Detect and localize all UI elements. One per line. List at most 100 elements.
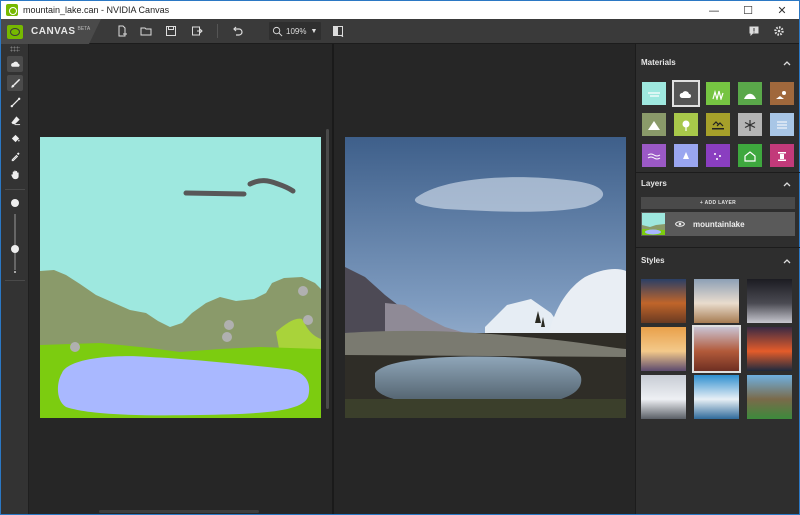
paint-brush-icon	[10, 78, 20, 88]
window-controls: — ☐ ✕	[697, 1, 799, 19]
hand-pan-icon	[10, 170, 19, 179]
style-alpine-lake[interactable]	[694, 375, 739, 419]
hill-icon	[744, 93, 756, 99]
brush-size-slider[interactable]	[14, 214, 16, 270]
zoom-dropdown-icon: ▼	[310, 27, 318, 35]
export-button[interactable]	[189, 23, 205, 39]
brush-size-large-icon	[11, 199, 19, 207]
tool-divider-bottom	[5, 280, 25, 281]
material-dirt[interactable]	[770, 82, 794, 105]
close-button[interactable]: ✕	[765, 1, 799, 19]
material-building[interactable]	[738, 144, 762, 167]
material-water[interactable]	[642, 144, 666, 167]
title-bar: mountain_lake.can - NVIDIA Canvas — ☐ ✕	[1, 1, 799, 19]
style-ocean-sunset[interactable]	[747, 327, 792, 371]
minimize-button[interactable]: —	[697, 1, 731, 19]
canvas-horizontal-scrollbar[interactable]	[99, 510, 259, 513]
canvas-vertical-scrollbar[interactable]	[326, 129, 329, 409]
new-file-icon	[118, 25, 127, 37]
open-folder-icon	[140, 27, 152, 36]
layers-title: Layers	[641, 179, 667, 188]
material-bush[interactable]	[706, 113, 730, 136]
material-brush-tool[interactable]	[7, 56, 23, 72]
style-snowy-mountain[interactable]	[641, 375, 686, 419]
segmentation-canvas[interactable]	[40, 137, 321, 418]
export-icon	[192, 26, 203, 36]
style-desert-canyon[interactable]	[641, 279, 686, 323]
painting-canvas-area	[29, 44, 332, 514]
grip-handle[interactable]	[10, 46, 20, 52]
app-window: mountain_lake.can - NVIDIA Canvas — ☐ ✕ …	[0, 0, 800, 515]
layer-item[interactable]: mountainlake	[641, 212, 795, 236]
dirt-icon	[776, 90, 786, 99]
pillar-icon	[778, 151, 786, 161]
style-sunset-clouds[interactable]	[641, 327, 686, 371]
nvidia-app-icon	[6, 4, 18, 16]
tree-icon	[682, 120, 690, 131]
eyedropper-tool[interactable]	[7, 148, 23, 164]
style-cave-arch[interactable]	[747, 279, 792, 323]
maximize-button[interactable]: ☐	[731, 1, 765, 19]
material-grass[interactable]	[706, 82, 730, 105]
save-button[interactable]	[163, 23, 179, 39]
line-tool[interactable]	[7, 94, 23, 110]
layers-collapse-icon[interactable]	[783, 181, 791, 187]
new-file-button[interactable]	[114, 23, 130, 39]
material-mountain[interactable]	[642, 113, 666, 136]
eraser-icon	[10, 115, 20, 125]
grass-icon	[712, 89, 724, 100]
open-button[interactable]	[138, 23, 154, 39]
zoom-value: 109%	[286, 26, 307, 36]
brush-size-slider-thumb[interactable]	[11, 244, 19, 253]
tool-sidebar	[1, 44, 29, 514]
brand-name: CANVAS	[31, 26, 76, 37]
eraser-tool[interactable]	[7, 112, 23, 128]
materials-collapse-icon[interactable]	[783, 60, 791, 66]
undo-button[interactable]	[229, 23, 245, 39]
material-sky[interactable]	[642, 82, 666, 105]
materials-title: Materials	[641, 58, 676, 67]
styles-collapse-icon[interactable]	[783, 258, 791, 264]
fill-tool[interactable]	[7, 130, 23, 146]
fog-icon	[777, 121, 787, 128]
snow-icon	[744, 119, 756, 131]
feedback-button[interactable]	[746, 23, 762, 39]
mountain-icon	[648, 120, 660, 130]
fill-bucket-icon	[11, 134, 20, 142]
right-panel: Materials Layers + ADD LAYER mountainlak…	[635, 44, 800, 514]
material-sparkle[interactable]	[706, 144, 730, 167]
pan-tool[interactable]	[7, 166, 23, 182]
settings-icon	[774, 26, 784, 36]
paint-brush-tool[interactable]	[7, 75, 23, 91]
material-tree[interactable]	[674, 113, 698, 136]
section-divider	[636, 247, 800, 248]
zoom-control[interactable]: 109% ▼	[269, 22, 321, 40]
material-ice[interactable]	[674, 144, 698, 167]
style-red-rocks[interactable]	[692, 325, 741, 373]
settings-button[interactable]	[771, 23, 787, 39]
material-snow[interactable]	[738, 113, 762, 136]
material-cloud[interactable]	[672, 80, 700, 107]
style-mountain-lake-green[interactable]	[747, 375, 792, 419]
split-view-button[interactable]	[330, 23, 346, 39]
water-icon	[647, 153, 661, 159]
cloud-icon	[679, 90, 691, 98]
line-icon	[10, 97, 20, 107]
add-layer-button[interactable]: + ADD LAYER	[641, 197, 795, 209]
brush-size-small-icon	[14, 271, 16, 273]
toolbar-divider	[217, 24, 218, 38]
feedback-icon	[749, 26, 759, 36]
material-pillar[interactable]	[770, 144, 794, 167]
zoom-icon	[272, 26, 283, 36]
layer-name: mountainlake	[693, 219, 745, 229]
tool-divider	[5, 189, 25, 190]
beta-badge: BETA	[77, 25, 91, 32]
material-fog[interactable]	[770, 113, 794, 136]
styles-title: Styles	[641, 256, 665, 265]
generated-landscape-image	[345, 137, 626, 418]
style-misty-peaks[interactable]	[694, 279, 739, 323]
material-hill[interactable]	[738, 82, 762, 105]
window-title: mountain_lake.can - NVIDIA Canvas	[23, 5, 170, 15]
save-icon	[166, 26, 176, 36]
eye-icon[interactable]	[675, 220, 685, 228]
